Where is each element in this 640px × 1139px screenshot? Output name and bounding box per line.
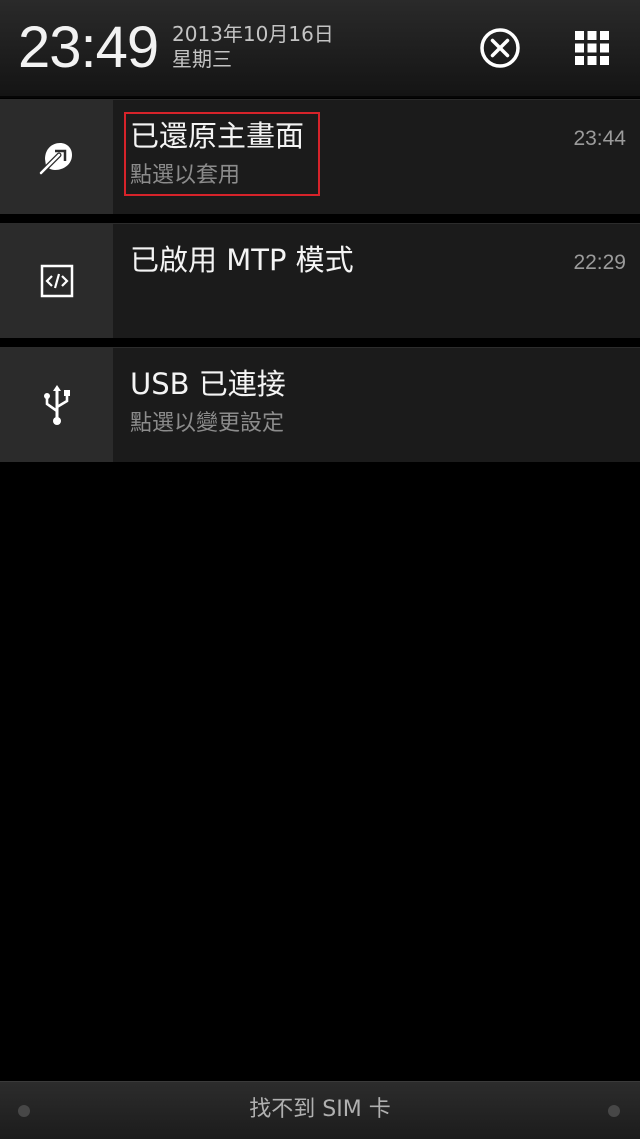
date-text: 2013年10月16日 [172, 22, 334, 46]
notification-usb-connected[interactable]: USB 已連接 點選以變更設定 [0, 347, 640, 462]
carrier-label: 找不到 SIM 卡 [249, 1097, 391, 1122]
notification-mtp-mode[interactable]: 已啟用 MTP 模式 22:29 [0, 223, 640, 338]
clock: 23:49 [18, 15, 159, 80]
notification-subtitle: 點選以變更設定 [130, 411, 285, 436]
clear-all-icon [480, 28, 520, 68]
date-block: 2013年10月16日 星期三 [172, 22, 334, 72]
notification-icon-box [0, 224, 113, 338]
notification-time: 22:29 [573, 251, 626, 274]
quick-settings-button[interactable] [566, 22, 618, 74]
notification-title: USB 已連接 [130, 367, 286, 401]
notification-title: 已啟用 MTP 模式 [130, 243, 354, 277]
grid-icon [575, 31, 609, 65]
notification-icon-box [0, 348, 113, 462]
notification-title: 已還原主畫面 [130, 119, 305, 153]
home-restore-icon [38, 143, 72, 176]
notification-icon-box [0, 100, 113, 214]
carrier-bar: 找不到 SIM 卡 [0, 1081, 640, 1139]
clear-all-button[interactable] [474, 22, 526, 74]
notification-time: 23:44 [573, 127, 626, 150]
weekday-text: 星期三 [172, 47, 232, 71]
right-dot [608, 1105, 620, 1117]
notification-home-restored[interactable]: 已還原主畫面 點選以套用 23:44 [0, 99, 640, 214]
notification-subtitle: 點選以套用 [130, 163, 241, 188]
code-developer-icon [40, 264, 73, 298]
notification-header: 23:49 2013年10月16日 星期三 [0, 0, 640, 98]
usb-icon [43, 385, 70, 425]
